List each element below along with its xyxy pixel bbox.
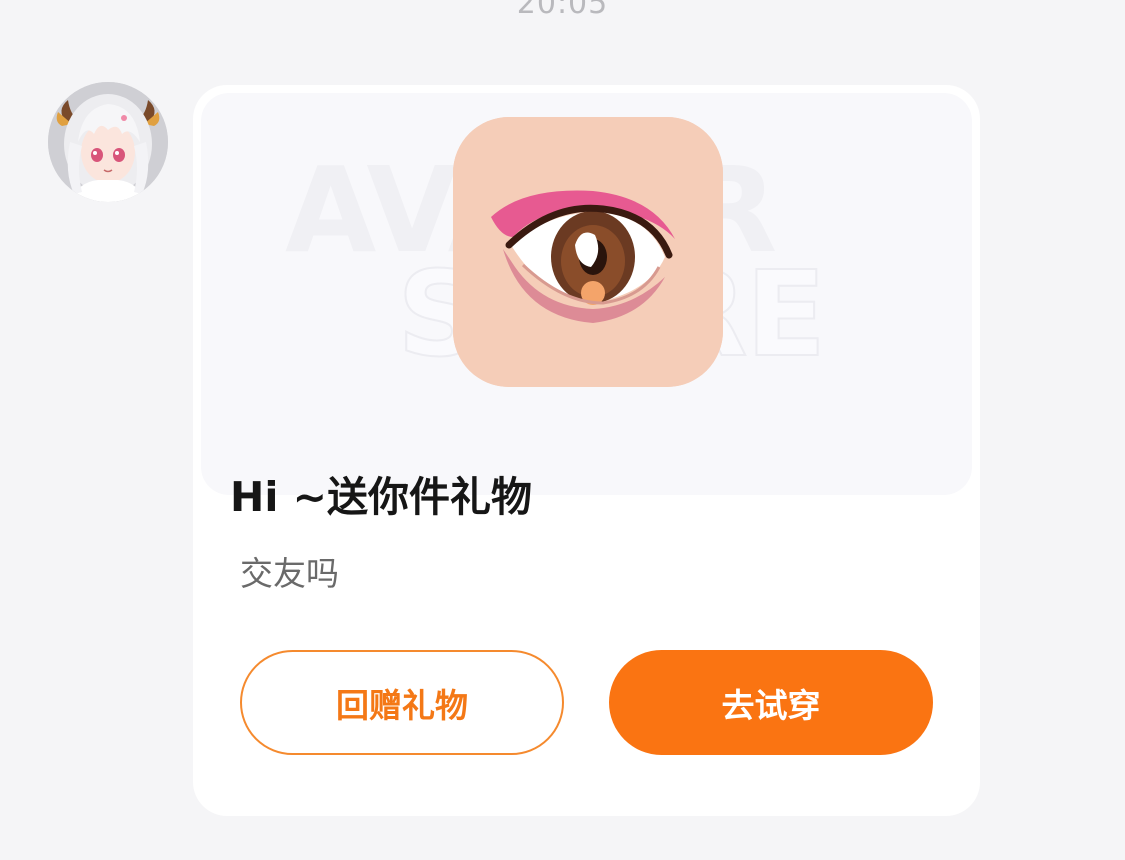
gift-message: 交友吗 — [240, 554, 339, 593]
gift-title: Hi ~送你件礼物 — [230, 473, 532, 521]
message-timestamp: 20:05 — [516, 0, 609, 21]
gift-message-card[interactable]: AVATAR STORE — [193, 85, 980, 816]
return-gift-button[interactable]: 回赠礼物 — [240, 650, 564, 755]
try-on-button[interactable]: 去试穿 — [609, 650, 933, 755]
gift-banner: AVATAR STORE — [201, 93, 972, 495]
gift-item-image[interactable] — [453, 117, 723, 387]
anime-girl-avatar-icon — [48, 82, 168, 202]
sender-avatar[interactable] — [48, 82, 168, 202]
pink-eyeshadow-eye-icon — [453, 117, 723, 387]
